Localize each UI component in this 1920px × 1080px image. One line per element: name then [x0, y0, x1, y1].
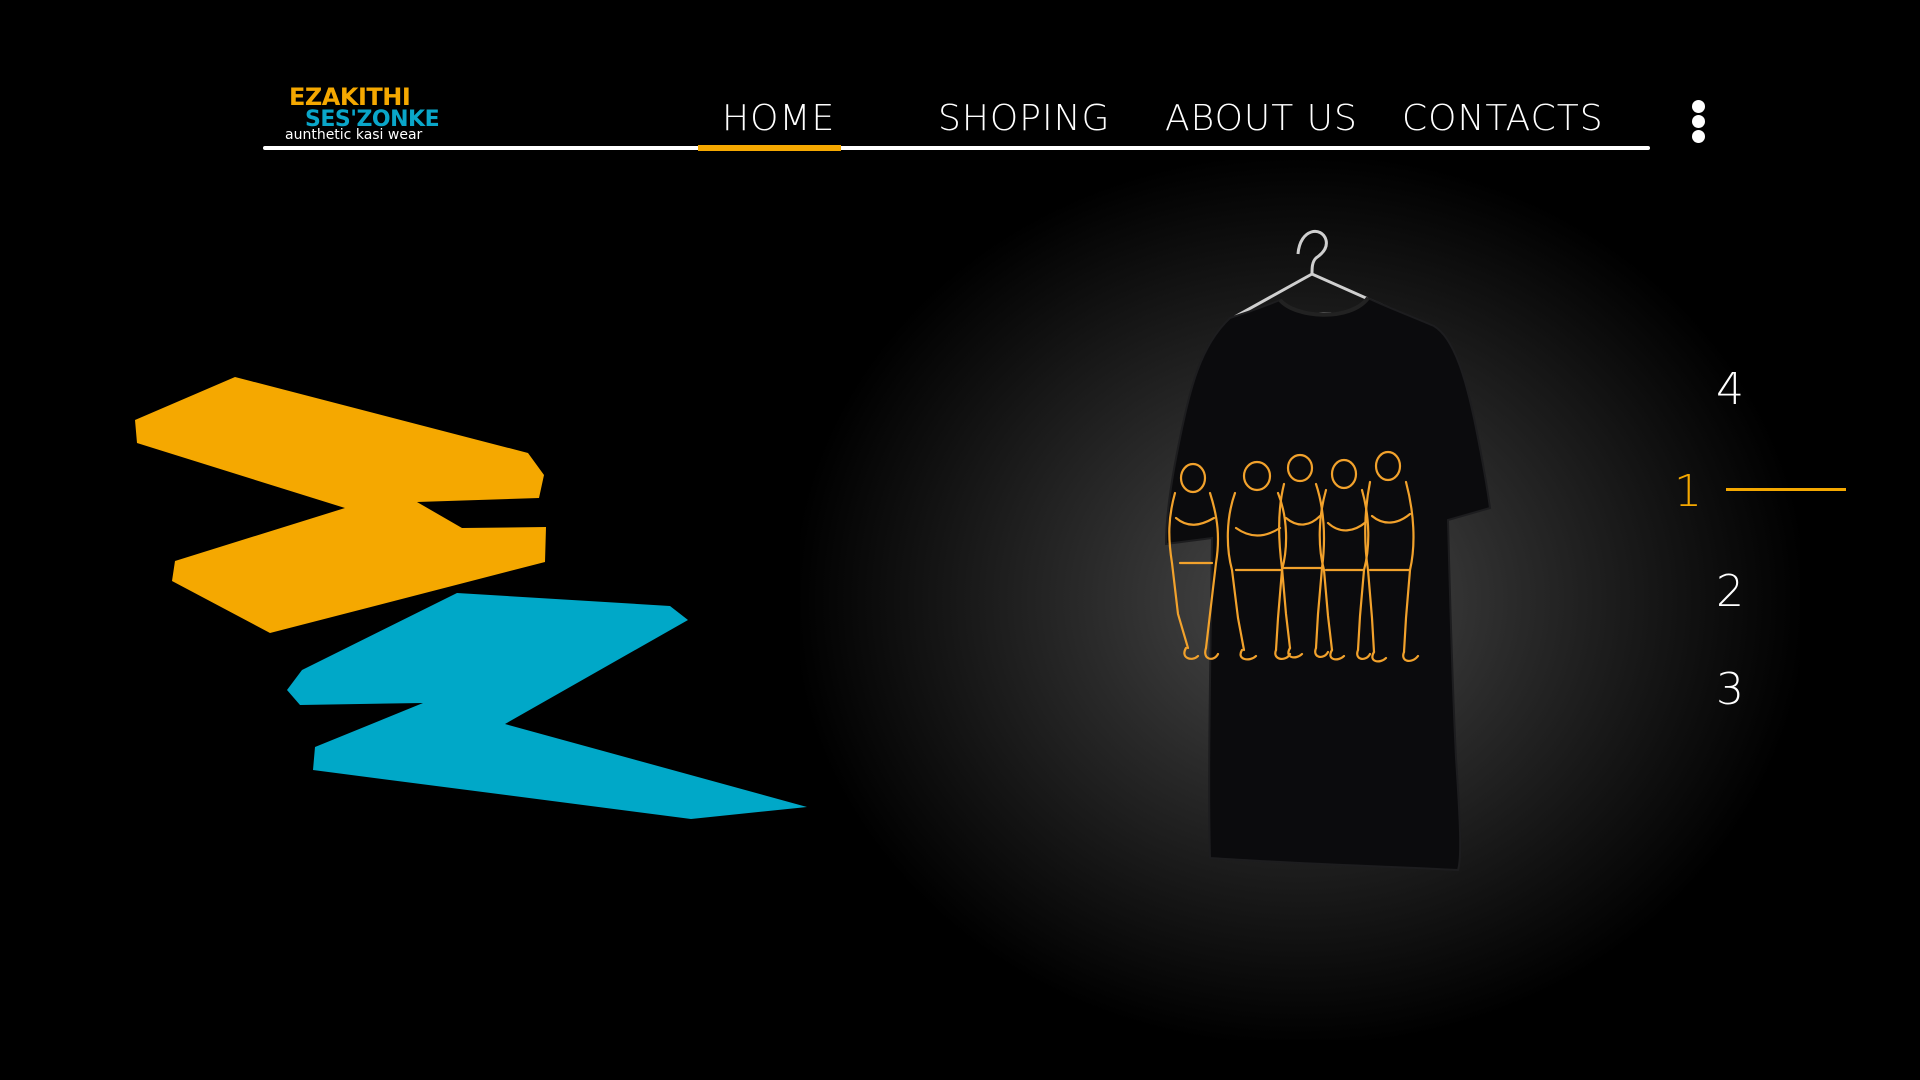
- pager-item-3[interactable]: 3: [1716, 664, 1744, 715]
- more-vertical-icon[interactable]: [1688, 98, 1708, 144]
- nav-underline: [263, 146, 1650, 150]
- pager-active-line: [1726, 488, 1846, 491]
- nav-contacts[interactable]: CONTACTS: [1402, 98, 1604, 142]
- product-tshirt-image[interactable]: [1050, 218, 1510, 878]
- brand-logo[interactable]: EZAKITHI SES'ZONKE aunthetic kasi wear: [285, 83, 455, 145]
- brand-shapes-graphic: [135, 377, 807, 819]
- nav-about-us[interactable]: ABOUT US: [1165, 98, 1358, 142]
- nav-home[interactable]: HOME: [722, 98, 835, 142]
- blue-zigzag-shape: [287, 593, 807, 819]
- nav-shopping[interactable]: SHOPING: [938, 98, 1110, 142]
- pager-item-4[interactable]: 4: [1716, 364, 1744, 415]
- brand-tagline: aunthetic kasi wear: [285, 127, 423, 143]
- orange-zigzag-shape: [135, 377, 546, 633]
- nav-active-indicator: [698, 145, 841, 151]
- pager-item-1[interactable]: 1: [1674, 466, 1702, 517]
- pager-item-2[interactable]: 2: [1716, 566, 1744, 617]
